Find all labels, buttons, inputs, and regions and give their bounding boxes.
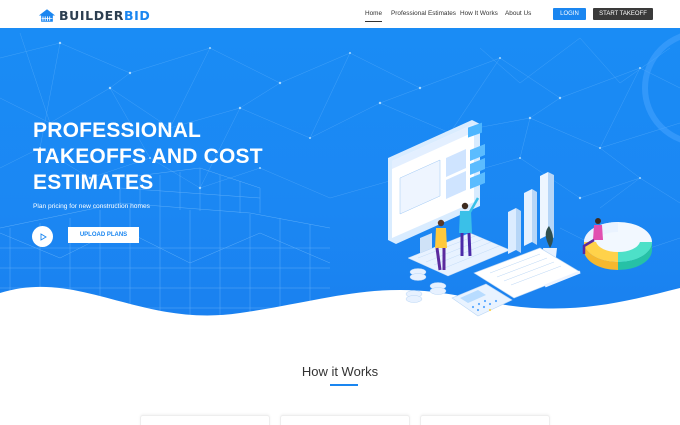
brand-name: BUILDERBID bbox=[59, 7, 151, 23]
hero-section: PROFESSIONAL TAKEOFFS AND COST ESTIMATES… bbox=[0, 28, 680, 333]
hero-title-line: ESTIMATES bbox=[33, 171, 154, 194]
start-takeoff-button[interactable]: START TAKEOFF bbox=[593, 8, 653, 20]
house-icon bbox=[38, 8, 56, 22]
nav-about-us[interactable]: About Us bbox=[505, 10, 531, 17]
hero-subtitle: Plan pricing for new construction homes bbox=[33, 203, 150, 210]
heading-underline bbox=[330, 384, 358, 386]
login-button[interactable]: LOGIN bbox=[553, 8, 586, 20]
step-card bbox=[140, 415, 270, 425]
upload-plans-button[interactable]: UPLOAD PLANS bbox=[68, 227, 139, 243]
nav-home[interactable]: Home bbox=[365, 10, 383, 22]
hero-title-line: PROFESSIONAL bbox=[33, 119, 202, 142]
brand-logo[interactable]: BUILDERBID bbox=[38, 6, 150, 24]
hero-title: PROFESSIONAL TAKEOFFS AND COST ESTIMATES bbox=[33, 118, 333, 196]
step-card bbox=[280, 415, 410, 425]
hero-title-line: TAKEOFFS AND COST bbox=[33, 145, 263, 168]
top-header: BUILDERBID Home Professional Estimates H… bbox=[0, 0, 680, 28]
play-icon bbox=[40, 232, 47, 241]
play-video-button[interactable] bbox=[32, 226, 53, 247]
nav-how-it-works[interactable]: How It Works bbox=[460, 10, 498, 17]
step-card bbox=[420, 415, 550, 425]
how-it-works-heading: How it Works bbox=[301, 364, 379, 379]
nav-professional-estimates[interactable]: Professional Estimates bbox=[391, 10, 456, 17]
